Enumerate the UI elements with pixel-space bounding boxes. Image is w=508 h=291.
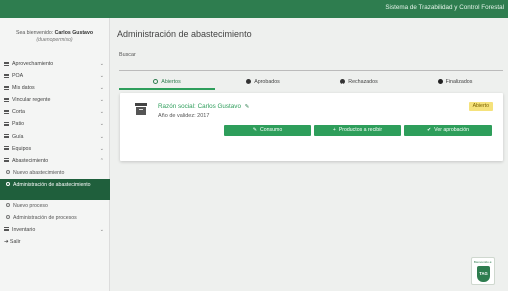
chevron-down-icon: ⌄ (99, 73, 104, 80)
sidebar-item-corta[interactable]: Corta ⌄ (0, 106, 110, 118)
chevron-down-icon: ⌄ (99, 85, 104, 92)
chevron-down-icon: ⌄ (99, 61, 104, 67)
sidebar-item-equipos[interactable]: Equipos ⌄ (0, 143, 110, 155)
ver-aprobacion-button[interactable]: ✔ Ver aprobación (404, 125, 492, 136)
menu-icon (4, 109, 9, 114)
sidebar-menu: Aprovechamiento ⌄ POA ⌄ Mis datos ⌄ Vincula… (0, 58, 110, 248)
status-tabs: Abiertos Aprobados Rechazados Finalizado… (119, 76, 503, 91)
welcome-message: Sea bienvenido: Carlos Gustavo (duenoper… (0, 18, 109, 44)
system-title: Sistema de Trazabilidad y Control Forest… (385, 4, 504, 11)
razon-social: Razón social: Carlos Gustavo ✎ (158, 103, 250, 110)
sidebar-item-guia[interactable]: Guía ⌄ (0, 131, 110, 143)
circle-icon (6, 203, 10, 208)
sidebar-subitem-nuevo-proceso[interactable]: Nuevo proceso (0, 200, 110, 212)
user-handle: (duenopermiso) (36, 37, 73, 43)
sidebar-item-mis-datos[interactable]: Mis datos ⌄ (0, 82, 110, 94)
menu-icon (4, 134, 9, 139)
sidebar-item-abastecimiento[interactable]: Abastecimiento ⌃ (0, 155, 110, 167)
menu-icon (4, 61, 9, 66)
chevron-down-icon: ⌄ (99, 109, 104, 116)
check-icon: ✔ (426, 127, 432, 133)
tab-finalizados[interactable]: Finalizados (407, 76, 503, 90)
search-input[interactable] (119, 60, 503, 71)
menu-icon (4, 146, 9, 151)
sidebar-item-inventario[interactable]: Inventario ⌄ (0, 224, 110, 236)
tab-rechazados[interactable]: Rechazados (311, 76, 407, 91)
welcome-prefix: Sea bienvenido: (15, 30, 54, 36)
validity-year: Año de validez: 2017 (158, 113, 210, 119)
plus-icon: + (332, 127, 336, 133)
circle-icon (6, 215, 10, 220)
archive-box-icon (135, 103, 147, 115)
check-circle-icon (246, 78, 252, 91)
chevron-down-icon: ⌄ (99, 97, 104, 104)
sidebar-item-patio[interactable]: Patio ⌄ (0, 118, 110, 130)
consumo-button[interactable]: ✎ Consumo (224, 125, 311, 136)
tab-abiertos[interactable]: Abiertos (119, 76, 215, 90)
page-title: Administración de abastecimiento (117, 29, 252, 39)
productos-a-recibir-button[interactable]: + Productos a recibir (314, 125, 401, 136)
pencil-icon: ✎ (252, 127, 257, 133)
sidebar-subitem-nuevo-abastecimiento[interactable]: Nuevo abastecimiento (0, 167, 110, 179)
menu-icon (4, 73, 9, 78)
sidebar-item-poa[interactable]: POA ⌄ (0, 70, 110, 82)
chevron-down-icon: ⌄ (99, 121, 104, 128)
chevron-down-icon: ⌄ (99, 133, 104, 140)
circle-outline-icon (153, 79, 159, 85)
menu-icon (4, 97, 9, 102)
razon-social-value: Carlos Gustavo (197, 103, 241, 110)
sidebar-item-vincular-regente[interactable]: Vincular regente ⌄ (0, 94, 110, 106)
chevron-down-icon: ⌄ (99, 226, 104, 233)
menu-icon (4, 85, 9, 90)
circle-icon (6, 182, 10, 187)
menu-icon (4, 227, 9, 232)
menu-icon (4, 158, 9, 163)
sidebar-subitem-administracion-procesos[interactable]: Administración de procesos (0, 212, 110, 224)
sidebar: Sea bienvenido: Carlos Gustavo (duenoper… (0, 18, 110, 291)
alert-circle-icon (340, 78, 346, 91)
main-content: Administración de abastecimiento Buscar … (110, 18, 508, 291)
search-label: Buscar (119, 52, 136, 58)
menu-icon (4, 122, 9, 127)
filled-circle-icon (437, 79, 443, 85)
top-bar: Sistema de Trazabilidad y Control Forest… (0, 0, 508, 18)
status-badge: Abierto (468, 102, 493, 111)
sidebar-item-aprovechamiento[interactable]: Aprovechamiento ⌄ (0, 58, 110, 70)
sidebar-item-salir[interactable]: ➜ Salir (0, 236, 110, 248)
circle-icon (6, 170, 10, 175)
tab-aprobados[interactable]: Aprobados (215, 76, 311, 91)
user-name: Carlos Gustavo (54, 30, 93, 36)
edit-pencil-icon[interactable]: ✎ (245, 104, 250, 110)
sidebar-subitem-administracion-abastecimiento[interactable]: Administración de abastecimiento (0, 178, 110, 200)
supply-card: Razón social: Carlos Gustavo ✎ Año de va… (120, 93, 503, 161)
chevron-down-icon: ⌄ (99, 145, 104, 152)
chevron-up-icon: ⌃ (99, 157, 104, 164)
